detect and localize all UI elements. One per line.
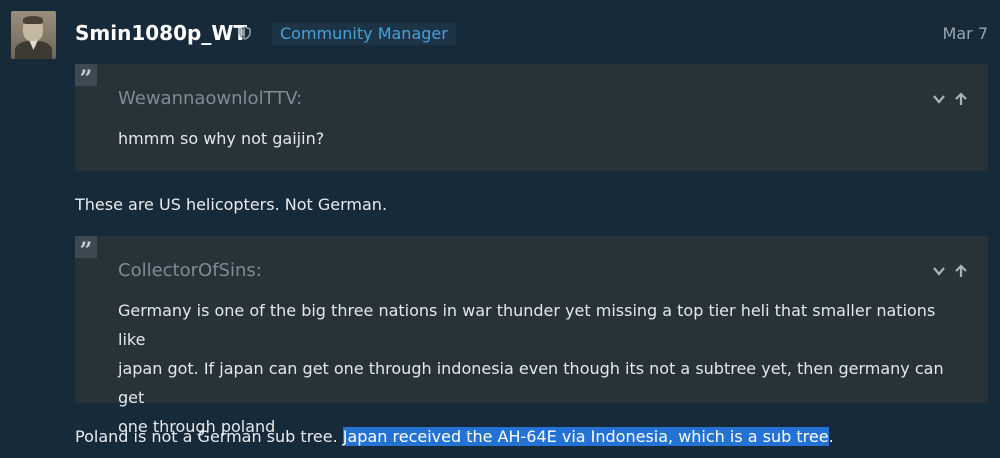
arrow-up-icon[interactable] — [954, 264, 968, 278]
moderator-shield-icon — [239, 26, 251, 40]
reply-text: Poland is not a German sub tree. Japan r… — [75, 426, 834, 448]
user-title-badge[interactable]: Community Manager — [272, 23, 456, 45]
reply-text-plain: Poland is not a German sub tree. — [75, 427, 343, 446]
chevron-down-icon[interactable] — [932, 92, 946, 106]
quote-icon: ” — [75, 64, 97, 92]
quote-block: ” CollectorOfSins: Germany is one of the… — [75, 236, 988, 436]
quote-line: Germany is one of the big three nations … — [118, 301, 936, 349]
chevron-down-icon[interactable] — [932, 264, 946, 278]
reply-text-end: . — [828, 427, 834, 446]
quote-author[interactable]: WewannaownlolTTV: — [118, 88, 302, 110]
avatar[interactable] — [11, 11, 56, 59]
username[interactable]: Smin1080p_WT — [75, 21, 247, 45]
arrow-up-icon[interactable] — [954, 92, 968, 106]
quote-icon: ” — [75, 236, 97, 264]
post-date[interactable]: Mar 7 — [943, 23, 988, 45]
quote-text: Germany is one of the big three nations … — [118, 296, 963, 441]
quote-line: japan got. If japan can get one through … — [118, 359, 944, 407]
selected-text[interactable]: Japan received the AH-64E via Indonesia,… — [342, 427, 829, 446]
reply-text: These are US helicopters. Not German. — [75, 195, 388, 214]
quote-text: hmmm so why not gaijin? — [118, 129, 325, 148]
quote-author[interactable]: CollectorOfSins: — [118, 260, 262, 282]
quote-block: ” WewannaownlolTTV: hmmm so why not gaij… — [75, 64, 988, 171]
